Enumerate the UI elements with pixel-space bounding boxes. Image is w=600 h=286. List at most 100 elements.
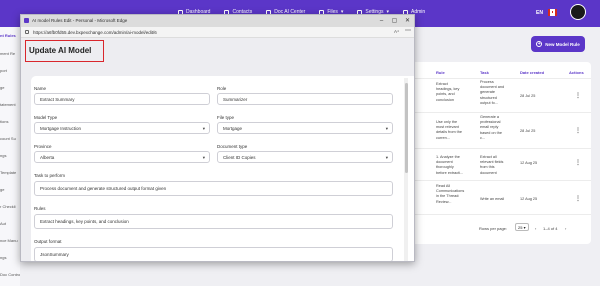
- rows-per-page-value: 25: [518, 225, 523, 230]
- column-header-task[interactable]: Task: [480, 70, 489, 75]
- divider: [402, 78, 591, 79]
- language-selector[interactable]: EN: [536, 10, 543, 16]
- cell-task: Write an email: [480, 197, 505, 201]
- maximize-icon[interactable]: ▢: [388, 16, 401, 26]
- window-title-bar: AI model Rules Edit - Personal - Microso…: [21, 15, 414, 27]
- chevron-down-icon: ▾: [385, 126, 388, 131]
- prev-page-icon[interactable]: ‹: [535, 226, 536, 231]
- rules-textarea[interactable]: Extract headings, key points, and conclu…: [34, 214, 393, 229]
- divider: [402, 112, 591, 113]
- sidebar-item[interactable]: Aut: [0, 221, 6, 226]
- app-favicon-icon: [24, 18, 29, 23]
- more-vertical-icon[interactable]: ⋮: [575, 92, 581, 99]
- cell-rule: 1. Analyze the document thoroughly befor…: [436, 155, 464, 175]
- role-value: Summarizer: [223, 97, 248, 102]
- scrollbar-thumb[interactable]: [404, 83, 408, 173]
- file-type-value: Mortgage: [223, 126, 243, 131]
- sidebar-item[interactable]: count Su: [0, 136, 16, 141]
- more-vertical-icon[interactable]: ⋮: [575, 127, 581, 134]
- column-header-actions: Actions: [569, 70, 584, 75]
- window-title: AI model Rules Edit - Personal - Microso…: [32, 18, 128, 23]
- sidebar-item[interactable]: tatement: [0, 102, 16, 107]
- name-value: Extract Summary: [40, 97, 75, 102]
- model-type-select[interactable]: Mortgage Instruction ▾: [34, 122, 210, 134]
- output-format-label: Output format: [34, 239, 62, 244]
- cell-rule: Read All Communications in the Thread: R…: [436, 184, 465, 204]
- sidebar-item[interactable]: nce Manu: [0, 238, 18, 243]
- task-label: Task to perform: [34, 173, 66, 178]
- user-avatar[interactable]: [570, 4, 586, 20]
- sidebar-item[interactable]: ge: [0, 187, 4, 192]
- role-field[interactable]: Summarizer: [217, 93, 393, 105]
- task-textarea[interactable]: Process document and generate structured…: [34, 181, 393, 196]
- rules-label: Rules: [34, 206, 46, 211]
- new-model-rule-label: New Model Rule: [545, 41, 580, 47]
- divider: [402, 180, 591, 181]
- sidebar-item[interactable]: ngs: [0, 255, 6, 260]
- column-header-date-created[interactable]: Date created: [520, 70, 544, 75]
- model-type-value: Mortgage Instruction: [40, 126, 82, 131]
- minimize-icon[interactable]: –: [375, 16, 388, 26]
- task-value: Process document and generate structured…: [40, 186, 167, 191]
- update-ai-model-form: Name Extract Summary Role Summarizer Mod…: [31, 76, 414, 261]
- more-icon[interactable]: ⋯: [405, 27, 411, 34]
- model-type-label: Model Type: [34, 115, 58, 120]
- reader-view-icon[interactable]: A⁴: [394, 29, 399, 34]
- province-select[interactable]: Alberta ▾: [34, 151, 210, 163]
- browser-popup-window: AI model Rules Edit - Personal - Microso…: [20, 14, 415, 262]
- canada-flag-icon[interactable]: [548, 9, 557, 16]
- cell-date: 28 Jul 25: [520, 129, 536, 133]
- close-icon[interactable]: ✕: [401, 16, 414, 26]
- file-type-label: File type: [217, 115, 235, 120]
- chevron-down-icon: ▾: [523, 225, 526, 230]
- name-field[interactable]: Extract Summary: [34, 93, 210, 105]
- sidebar-item[interactable]: port: [0, 68, 7, 73]
- cell-date: 28 Jul 25: [520, 94, 536, 98]
- rules-value: Extract headings, key points, and conclu…: [40, 219, 129, 224]
- divider: [402, 214, 591, 215]
- output-format-value: JsonSummary: [40, 252, 69, 257]
- province-value: Alberta: [40, 155, 55, 160]
- sidebar-item[interactable]: nt Rules: [0, 33, 16, 38]
- cell-task: Generate a professional email reply base…: [480, 115, 502, 140]
- rows-per-page-select[interactable]: 25 ▾: [515, 223, 529, 231]
- chevron-down-icon: ▾: [202, 155, 205, 160]
- plus-icon: +: [536, 41, 543, 47]
- file-type-select[interactable]: Mortgage ▾: [217, 122, 393, 134]
- sidebar-item[interactable]: Template: [0, 170, 16, 175]
- cell-rule: Use only the most relevant details from …: [436, 120, 462, 140]
- more-vertical-icon[interactable]: ⋮: [575, 195, 581, 202]
- address-bar[interactable]: https://a6fb0fd55.dev.bxpexchange.com/ad…: [21, 27, 414, 38]
- sidebar: nt Rules ment Re port ge tatement tions …: [0, 27, 21, 286]
- cell-task: Process document and generate structured…: [480, 80, 505, 105]
- output-format-textarea[interactable]: JsonSummary: [34, 247, 393, 261]
- chevron-down-icon: ▾: [202, 126, 205, 131]
- divider: [402, 148, 591, 149]
- chevron-down-icon: ▾: [385, 155, 388, 160]
- next-page-icon[interactable]: ›: [565, 226, 566, 231]
- sidebar-item[interactable]: Doc Control: [0, 272, 21, 277]
- sidebar-item[interactable]: r Checkli: [0, 204, 16, 209]
- sidebar-item[interactable]: ment Re: [0, 51, 15, 56]
- cell-date: 12 Aug 25: [520, 161, 538, 165]
- popup-content: Update AI Model Name Extract Summary Rol…: [21, 38, 414, 261]
- cell-task: Extract all relevant fields from this do…: [480, 155, 504, 175]
- sidebar-item[interactable]: tions: [0, 119, 8, 124]
- rows-per-page-label: Rows per page:: [479, 226, 508, 231]
- document-type-label: Document type: [217, 144, 248, 149]
- scrollbar[interactable]: [404, 78, 408, 261]
- province-label: Province: [34, 144, 52, 149]
- sidebar-item[interactable]: ge: [0, 85, 4, 90]
- name-label: Name: [34, 86, 47, 91]
- lock-icon: [25, 30, 29, 34]
- rules-table: Rule Task Date created Actions Extract h…: [402, 62, 591, 244]
- highlighted-heading-box: Update AI Model: [25, 40, 104, 62]
- url-text[interactable]: https://a6fb0fd55.dev.bxpexchange.com/ad…: [33, 30, 157, 35]
- cell-date: 12 Aug 25: [520, 197, 538, 201]
- role-label: Role: [217, 86, 227, 91]
- sidebar-item[interactable]: ngs: [0, 153, 6, 158]
- more-vertical-icon[interactable]: ⋮: [575, 159, 581, 166]
- column-header-rule[interactable]: Rule: [436, 70, 445, 75]
- new-model-rule-button[interactable]: + New Model Rule: [531, 36, 585, 52]
- document-type-select[interactable]: Client ID Copies ▾: [217, 151, 393, 163]
